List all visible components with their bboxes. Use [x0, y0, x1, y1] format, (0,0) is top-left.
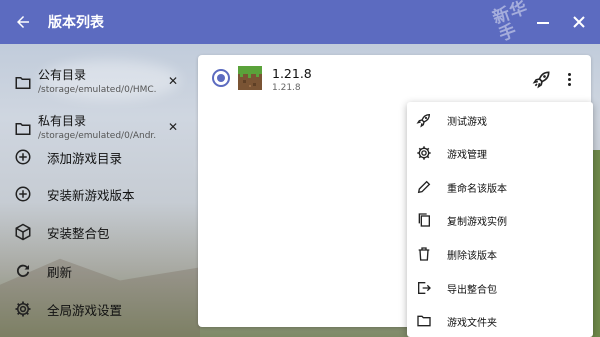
arrow-left-icon — [17, 16, 29, 28]
title-bar: 版本列表 新华手 — [0, 0, 600, 45]
menu-item-label: 游戏文件夹 — [447, 317, 497, 329]
more-options-button[interactable] — [562, 69, 576, 89]
export-icon — [418, 282, 431, 294]
menu-item-label: 复制游戏实例 — [447, 216, 507, 228]
menu-item-rename-version[interactable]: 重命名该版本 — [407, 171, 593, 203]
close-button[interactable] — [568, 11, 590, 33]
action-label: 添加游戏目录 — [47, 150, 123, 166]
install-new-version-button[interactable]: 安装新游戏版本 — [0, 178, 190, 210]
grass-block-icon — [238, 66, 262, 90]
version-select-radio[interactable] — [212, 69, 230, 87]
refresh-button[interactable]: 刷新 — [0, 255, 190, 287]
directory-path: /storage/emulated/0/HMC... — [38, 85, 156, 95]
minimize-icon — [537, 22, 549, 24]
trash-icon — [418, 247, 430, 261]
version-subtitle: 1.21.8 — [272, 83, 301, 93]
copy-icon — [418, 213, 430, 227]
action-label: 安装新游戏版本 — [47, 187, 135, 203]
directory-item-public[interactable]: 公有目录 /storage/emulated/0/HMC... ✕ — [0, 60, 190, 108]
rocket-icon[interactable] — [532, 69, 552, 89]
add-circle-icon — [15, 149, 31, 165]
action-label: 安装整合包 — [47, 225, 110, 241]
version-name: 1.21.8 — [272, 66, 312, 81]
sidebar: 公有目录 /storage/emulated/0/HMC... ✕ 私有目录 /… — [0, 44, 190, 337]
package-icon — [15, 223, 31, 241]
menu-item-label: 删除该版本 — [447, 250, 497, 262]
add-game-directory-button[interactable]: 添加游戏目录 — [0, 141, 190, 173]
pencil-icon — [417, 180, 431, 194]
remove-directory-button[interactable]: ✕ — [166, 120, 180, 134]
action-label: 全局游戏设置 — [47, 302, 123, 318]
gear-icon — [15, 301, 31, 317]
page-title: 版本列表 — [48, 15, 104, 31]
rocket-icon — [416, 113, 431, 128]
back-button[interactable] — [12, 11, 34, 33]
directory-name: 公有目录 — [38, 68, 87, 82]
directory-path: /storage/emulated/0/Andr... — [38, 131, 156, 141]
menu-item-label: 测试游戏 — [447, 116, 487, 128]
menu-item-export-modpack[interactable]: 导出整合包 — [407, 272, 593, 304]
more-vert-icon — [567, 72, 571, 76]
add-circle-icon — [15, 186, 31, 202]
menu-item-label: 游戏管理 — [447, 149, 487, 161]
minimize-button[interactable] — [532, 11, 554, 33]
version-item[interactable]: 1.21.8 1.21.8 — [198, 55, 591, 101]
menu-item-game-management[interactable]: 游戏管理 — [407, 137, 593, 169]
menu-item-label: 导出整合包 — [447, 284, 497, 296]
directory-name: 私有目录 — [38, 114, 87, 128]
folder-icon — [15, 123, 31, 135]
install-modpack-button[interactable]: 安装整合包 — [0, 216, 190, 248]
close-icon — [573, 16, 585, 28]
menu-item-copy-instance[interactable]: 复制游戏实例 — [407, 204, 593, 236]
action-label: 刷新 — [47, 264, 73, 280]
menu-item-test-game[interactable]: 测试游戏 — [407, 104, 593, 136]
folder-icon — [417, 315, 431, 327]
menu-item-label: 重命名该版本 — [447, 183, 507, 195]
gear-icon — [417, 146, 431, 160]
menu-item-delete-version[interactable]: 删除该版本 — [407, 238, 593, 270]
refresh-icon — [16, 264, 30, 277]
menu-item-game-folder[interactable]: 游戏文件夹 — [407, 305, 593, 337]
remove-directory-button[interactable]: ✕ — [166, 74, 180, 88]
folder-icon — [15, 77, 31, 89]
global-game-settings-button[interactable]: 全局游戏设置 — [0, 293, 190, 325]
version-context-menu: 测试游戏 游戏管理 重命名该版本 复制游戏实例 删除该版本 导出整合包 游戏文件… — [407, 102, 593, 337]
